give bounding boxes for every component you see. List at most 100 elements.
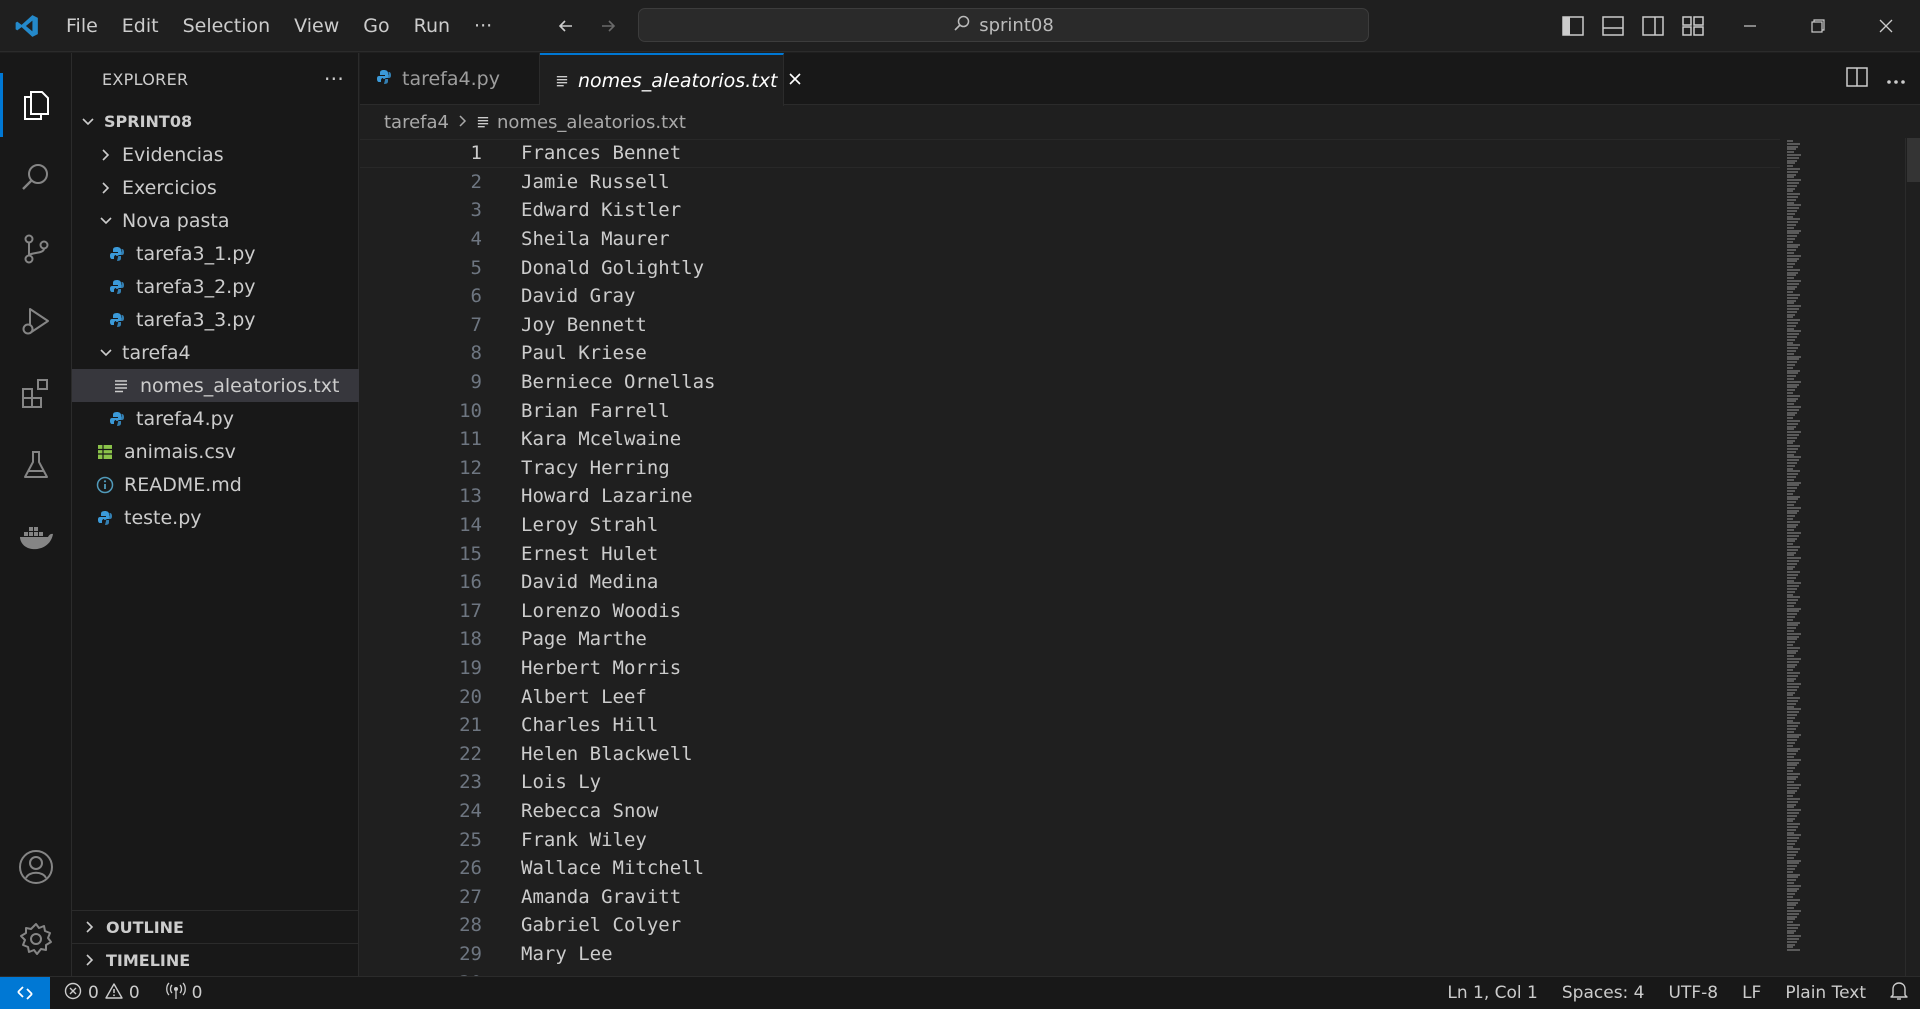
ports-indicator[interactable]: 0 [150, 982, 213, 1005]
extensions-icon[interactable] [0, 357, 72, 429]
tree-item-tarefa4-py[interactable]: tarefa4.py [72, 402, 359, 435]
tree-item-tarefa3-1[interactable]: tarefa3_1.py [72, 237, 359, 270]
tree-item-animais-csv[interactable]: animais.csv [72, 435, 359, 468]
menu-view[interactable]: View [282, 0, 351, 52]
code-line[interactable]: 1 Frances Bennet [360, 139, 1780, 168]
code-line[interactable]: 21 Charles Hill [360, 711, 1780, 740]
minimap-line [1787, 182, 1799, 184]
tab-tarefa4-py[interactable]: tarefa4.py [360, 53, 540, 105]
code-line[interactable]: 3 Edward Kistler [360, 196, 1780, 225]
code-line[interactable]: 16 David Medina [360, 568, 1780, 597]
end-of-line[interactable]: LF [1730, 983, 1773, 1003]
workspace-root[interactable]: SPRINT08 [72, 105, 359, 138]
code-line[interactable]: 2 Jamie Russell [360, 168, 1780, 197]
code-line[interactable]: 30 [360, 968, 1780, 976]
editor-more-actions-icon[interactable] [1886, 69, 1906, 90]
run-debug-icon[interactable] [0, 285, 72, 357]
tree-item-evidencias[interactable]: Evidencias [72, 138, 359, 171]
code-line[interactable]: 15 Ernest Hulet [360, 539, 1780, 568]
command-center-search[interactable]: sprint08 [638, 8, 1369, 42]
code-line[interactable]: 5 Donald Golightly [360, 253, 1780, 282]
remote-indicator-icon[interactable] [0, 976, 50, 1009]
code-line[interactable]: 22 Helen Blackwell [360, 740, 1780, 769]
language-mode[interactable]: Plain Text [1773, 983, 1878, 1003]
breadcrumb-file[interactable]: nomes_aleatorios.txt [497, 112, 686, 133]
tree-item-readme[interactable]: README.md [72, 468, 359, 501]
code-line[interactable]: 18 Page Marthe [360, 625, 1780, 654]
tree-item-teste-py[interactable]: teste.py [72, 501, 359, 534]
testing-flask-icon[interactable] [0, 429, 72, 501]
vertical-scrollbar[interactable] [1905, 138, 1920, 976]
code-line[interactable]: 6 David Gray [360, 282, 1780, 311]
menu-edit[interactable]: Edit [110, 0, 171, 52]
notifications-bell-icon[interactable] [1878, 981, 1920, 1006]
code-line[interactable]: 28 Gabriel Colyer [360, 911, 1780, 940]
menu-file[interactable]: File [54, 0, 110, 52]
minimap-line [1787, 896, 1793, 898]
minimap-line [1787, 924, 1800, 926]
menu-run[interactable]: Run [402, 0, 462, 52]
code-line[interactable]: 26 Wallace Mitchell [360, 854, 1780, 883]
close-tab-icon[interactable] [787, 70, 803, 92]
toggle-secondary-sidebar-icon[interactable] [1640, 13, 1666, 39]
minimap-line [1787, 291, 1793, 294]
restore-icon[interactable] [1784, 0, 1852, 52]
settings-gear-icon[interactable] [0, 903, 72, 975]
scrollbar-thumb[interactable] [1907, 138, 1920, 182]
problems-indicator[interactable]: 0 0 [50, 982, 150, 1005]
code-line[interactable]: 17 Lorenzo Woodis [360, 597, 1780, 626]
forward-arrow-icon[interactable] [594, 12, 622, 40]
tab-nomes-aleatorios[interactable]: nomes_aleatorios.txt [540, 53, 801, 106]
back-arrow-icon[interactable] [552, 12, 580, 40]
breadcrumb-folder[interactable]: tarefa4 [384, 112, 449, 133]
indentation[interactable]: Spaces: 4 [1550, 983, 1657, 1003]
tree-item-tarefa4-folder[interactable]: tarefa4 [72, 336, 359, 369]
code-line[interactable]: 12 Tracy Herring [360, 454, 1780, 483]
docker-icon[interactable] [0, 501, 72, 573]
cursor-position[interactable]: Ln 1, Col 1 [1435, 983, 1550, 1003]
close-window-icon[interactable] [1852, 0, 1920, 52]
code-line[interactable]: 27 Amanda Gravitt [360, 883, 1780, 912]
tree-item-exercicios[interactable]: Exercicios [72, 171, 359, 204]
source-control-icon[interactable] [0, 213, 72, 285]
menu-more[interactable]: ··· [462, 0, 504, 52]
code-line[interactable]: 14 Leroy Strahl [360, 511, 1780, 540]
explorer-more-button[interactable]: ··· [324, 67, 344, 91]
code-line[interactable]: 29 Mary Lee [360, 940, 1780, 969]
tree-item-nova-pasta[interactable]: Nova pasta [72, 204, 359, 237]
split-editor-icon[interactable] [1846, 66, 1868, 92]
minimap-line [1787, 523, 1798, 526]
tree-item-tarefa3-3[interactable]: tarefa3_3.py [72, 303, 359, 336]
code-line[interactable]: 20 Albert Leef [360, 682, 1780, 711]
code-line[interactable]: 24 Rebecca Snow [360, 797, 1780, 826]
encoding[interactable]: UTF-8 [1657, 983, 1731, 1003]
outline-section[interactable]: OUTLINE [72, 910, 359, 943]
code-line[interactable]: 7 Joy Bennett [360, 311, 1780, 340]
code-line[interactable]: 9 Berniece Ornellas [360, 368, 1780, 397]
menu-selection[interactable]: Selection [171, 0, 283, 52]
code-line[interactable]: 8 Paul Kriese [360, 339, 1780, 368]
menu-go[interactable]: Go [351, 0, 401, 52]
code-line[interactable]: 23 Lois Ly [360, 768, 1780, 797]
minimap-line [1787, 364, 1795, 366]
code-line[interactable]: 4 Sheila Maurer [360, 225, 1780, 254]
toggle-panel-icon[interactable] [1600, 13, 1626, 39]
minimize-icon[interactable] [1716, 0, 1784, 52]
search-view-icon[interactable] [0, 141, 72, 213]
code-line[interactable]: 11 Kara Mcelwaine [360, 425, 1780, 454]
customize-layout-icon[interactable] [1680, 13, 1706, 39]
toggle-primary-sidebar-icon[interactable] [1560, 13, 1586, 39]
code-line[interactable]: 13 Howard Lazarine [360, 482, 1780, 511]
tree-item-nomes-aleatorios[interactable]: nomes_aleatorios.txt [72, 369, 359, 402]
minimap-line [1787, 224, 1796, 226]
code-line[interactable]: 25 Frank Wiley [360, 825, 1780, 854]
code-line[interactable]: 19 Herbert Morris [360, 654, 1780, 683]
minimap[interactable] [1787, 138, 1805, 976]
accounts-icon[interactable] [0, 831, 72, 903]
explorer-icon[interactable] [0, 69, 72, 141]
tree-item-tarefa3-2[interactable]: tarefa3_2.py [72, 270, 359, 303]
code-line[interactable]: 10 Brian Farrell [360, 396, 1780, 425]
timeline-section[interactable]: TIMELINE [72, 943, 359, 976]
minimap-line [1787, 336, 1797, 338]
text-editor[interactable]: 1 Frances Bennet 2 Jamie Russell 3 Edward Kis… [360, 138, 1920, 976]
